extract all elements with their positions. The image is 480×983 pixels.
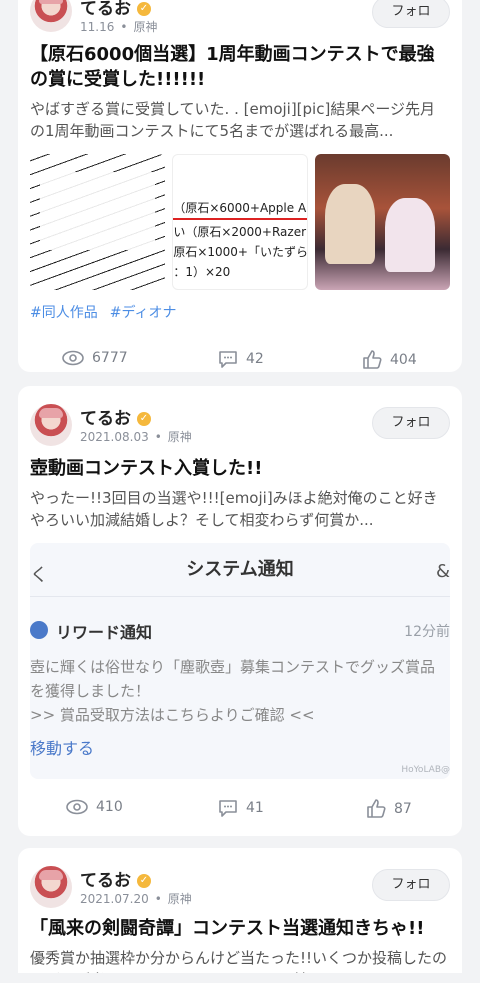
game-tag[interactable]: 原神	[168, 892, 192, 906]
avatar[interactable]	[30, 0, 72, 32]
username[interactable]: てるお ✓	[80, 866, 151, 891]
follow-button[interactable]: フォロ	[372, 407, 450, 439]
comment-button[interactable]: 41	[218, 799, 264, 817]
watermark: HoYoLAB@	[401, 765, 450, 775]
post-meta: 11.16 • 原神	[80, 20, 158, 34]
tag[interactable]: #ディオナ	[110, 305, 177, 321]
like-button[interactable]: 87	[366, 799, 412, 818]
follow-button[interactable]: フォロ	[372, 869, 450, 901]
post-image[interactable]	[30, 154, 166, 290]
post-meta: 2021.07.20 • 原神	[80, 892, 192, 906]
verified-badge-icon: ✓	[137, 874, 151, 888]
tag[interactable]: #同人作品	[30, 305, 98, 321]
post-card[interactable]: てるお ✓ 2021.07.20 • 原神 フォロ 「風来の剣闘奇譚」コンテスト当選通…	[18, 848, 462, 983]
verified-badge-icon: ✓	[137, 412, 151, 426]
like-button[interactable]: 404	[362, 350, 417, 369]
comment-icon	[219, 800, 237, 817]
post-actions: 6777 42 404	[18, 334, 462, 372]
follow-button[interactable]: フォロ	[372, 0, 450, 28]
post-meta: 2021.08.03 • 原神	[80, 430, 192, 444]
notice-time: 12分前	[404, 624, 450, 640]
post-image[interactable]: （原石×6000+Apple Ai い（原石×2000+Razer 原石×100…	[172, 154, 308, 290]
settings-glyph: &	[435, 561, 450, 582]
eye-icon	[62, 350, 84, 366]
post-header: てるお ✓ 2021.07.20 • 原神 フォロ	[18, 848, 462, 924]
post-excerpt[interactable]: やったー!!3回目の当選や!!![emoji]みほよ絶対俺のこと好きやろいい加減…	[18, 481, 462, 531]
comment-button[interactable]: 42	[218, 350, 264, 368]
username[interactable]: てるお ✓	[80, 0, 151, 19]
comment-icon	[219, 351, 237, 368]
notice-title: リワード通知	[56, 623, 153, 642]
post-image[interactable]	[314, 154, 450, 290]
post-image[interactable]: システム通知 く & リワード通知 12分前 壺に輝くは俗世なり「塵歌壺」募集コ…	[30, 543, 450, 779]
image-gallery: （原石×6000+Apple Ai い（原石×2000+Razer 原石×100…	[18, 142, 462, 290]
back-glyph: く	[30, 565, 48, 586]
post-header: てるお ✓ 2021.08.03 • 原神 フォロ	[18, 386, 462, 462]
avatar[interactable]	[30, 866, 72, 908]
post-date: 2021.08.03	[80, 430, 149, 444]
post-excerpt[interactable]: やばすぎる賞に受賞していた. . [emoji][pic]結果ページ先月の1周年…	[18, 92, 462, 142]
eye-icon	[66, 799, 88, 815]
verified-badge-icon: ✓	[137, 2, 151, 16]
avatar[interactable]	[30, 404, 72, 446]
post-actions: 410 41 87	[18, 783, 462, 836]
game-tag[interactable]: 原神	[133, 20, 157, 34]
notice-body: 壺に輝くは俗世なり「塵歌壺」募集コンテストでグッズ賞品を獲得しました！ >> 賞…	[30, 658, 436, 724]
post-card[interactable]: てるお ✓ 2021.08.03 • 原神 フォロ 壺動画コンテスト入賞した!! やっ…	[18, 386, 462, 836]
thumbs-up-icon	[363, 350, 382, 369]
post-date: 11.16	[80, 20, 115, 34]
speaker-icon	[30, 621, 48, 639]
post-card[interactable]: てるお ✓ 11.16 • 原神 フォロ 【原石6000個当選】1周年動画コンテストで…	[18, 0, 462, 372]
view-count: 410	[66, 799, 123, 815]
post-date: 2021.07.20	[80, 892, 149, 906]
view-count: 6777	[62, 350, 128, 366]
thumbs-up-icon	[367, 799, 386, 818]
bottom-edge	[0, 973, 480, 983]
post-header: てるお ✓ 11.16 • 原神 フォロ	[18, 0, 462, 62]
notice-header: システム通知	[30, 543, 450, 597]
username[interactable]: てるお ✓	[80, 404, 151, 429]
game-tag[interactable]: 原神	[168, 430, 192, 444]
notice-link: 移動する	[30, 739, 95, 758]
tag-list: #同人作品 #ディオナ	[18, 290, 462, 322]
